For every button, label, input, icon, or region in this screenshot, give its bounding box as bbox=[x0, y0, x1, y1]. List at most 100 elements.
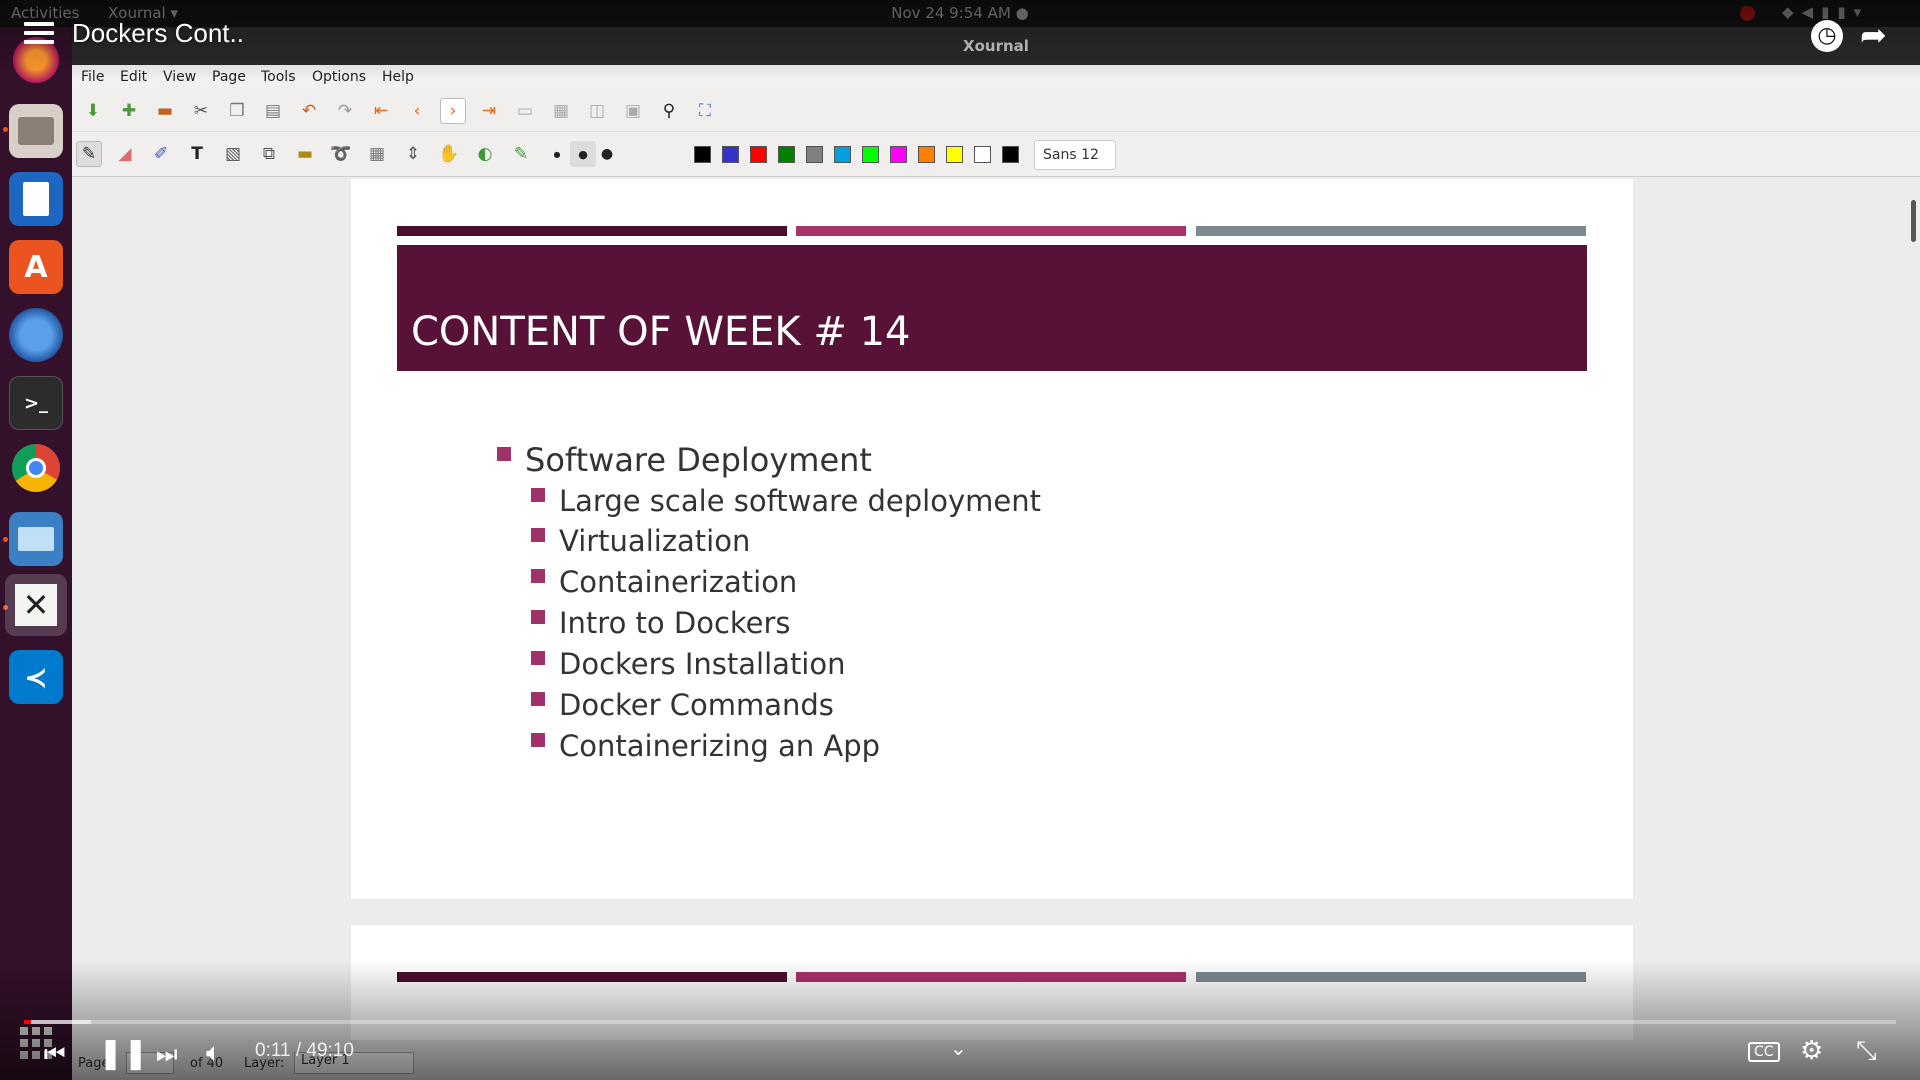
chrome-center-icon bbox=[26, 458, 46, 478]
pause-icon[interactable]: ❚❚ bbox=[98, 1036, 148, 1071]
playlist-menu-icon[interactable] bbox=[24, 22, 54, 48]
search-icon[interactable]: ⚲ bbox=[656, 98, 682, 124]
vertical-space-icon[interactable]: ⇕ bbox=[400, 141, 426, 167]
color-swatch-gray[interactable] bbox=[806, 146, 823, 163]
first-page-icon[interactable]: ⇤ bbox=[368, 98, 394, 124]
system-top-bar: Activities Xournal ▾ Nov 24 9:54 AM ● ◆◀… bbox=[0, 0, 1920, 27]
bullet-square-icon bbox=[531, 488, 545, 502]
chevron-down-icon[interactable]: ⌄ bbox=[950, 1036, 967, 1060]
dock-files-icon[interactable] bbox=[9, 104, 63, 158]
dock-terminal-icon[interactable]: >_ bbox=[9, 376, 63, 430]
dock-software-icon[interactable]: A bbox=[9, 240, 63, 294]
zoom-in-icon[interactable]: ◫ bbox=[584, 98, 610, 124]
document-canvas[interactable]: CONTENT OF WEEK # 14 Software Deployment… bbox=[72, 177, 1920, 1080]
bullet-square-icon bbox=[531, 610, 545, 624]
slide-title-box: CONTENT OF WEEK # 14 bbox=[397, 245, 1587, 371]
dock: A >_ ✕ ≺ bbox=[0, 27, 72, 1080]
menu-options[interactable]: Options bbox=[312, 69, 366, 85]
slide-bullet-text: Containerization bbox=[559, 565, 798, 599]
new-page-icon[interactable]: ✚ bbox=[116, 98, 142, 124]
default-tool-icon[interactable]: ◐ bbox=[472, 141, 498, 167]
color-swatch-light-green[interactable] bbox=[862, 146, 879, 163]
zoom-out-icon[interactable]: ▭ bbox=[512, 98, 538, 124]
image-tool-icon[interactable]: ▧ bbox=[220, 141, 246, 167]
menu-tools[interactable]: Tools bbox=[261, 69, 296, 85]
cut-icon[interactable]: ✂ bbox=[188, 98, 214, 124]
volume-icon[interactable]: 🔈︎ bbox=[206, 1038, 222, 1069]
rect-select-icon[interactable]: ▦ bbox=[364, 141, 390, 167]
prev-page-icon[interactable]: ‹ bbox=[404, 98, 430, 124]
paste-icon[interactable]: ▤ bbox=[260, 98, 286, 124]
menu-view[interactable]: View bbox=[163, 69, 196, 85]
dock-thunderbird-icon[interactable] bbox=[9, 308, 63, 362]
fullscreen-icon[interactable]: ⛶ bbox=[692, 98, 718, 124]
undo-icon[interactable]: ↶ bbox=[296, 98, 322, 124]
xournal-icon: ✕ bbox=[15, 584, 57, 626]
system-tray[interactable]: ◆◀▮▮▾ bbox=[1782, 3, 1869, 21]
color-swatch-black[interactable] bbox=[694, 146, 711, 163]
last-page-icon[interactable]: ⇥ bbox=[476, 98, 502, 124]
text-tool-icon[interactable]: T bbox=[184, 141, 210, 167]
dock-chrome-icon[interactable] bbox=[12, 444, 60, 492]
highlighter-icon[interactable]: ✐ bbox=[148, 141, 174, 167]
color-swatch-green[interactable] bbox=[778, 146, 795, 163]
normal-size-icon[interactable]: ▣ bbox=[620, 98, 646, 124]
shape-recognizer-icon[interactable]: ⧉ bbox=[256, 141, 282, 167]
color-swatch-black-2[interactable] bbox=[1002, 146, 1019, 163]
next-icon[interactable]: ⏭ bbox=[156, 1040, 178, 1068]
watch-later-icon[interactable]: ◷ bbox=[1811, 20, 1843, 52]
exit-fullscreen-icon[interactable]: ⤡ bbox=[1856, 1036, 1877, 1067]
slide-bullet-text: Docker Commands bbox=[559, 688, 834, 722]
color-swatch-red[interactable] bbox=[750, 146, 767, 163]
color-swatch-white[interactable] bbox=[974, 146, 991, 163]
open-icon[interactable]: ▬ bbox=[152, 98, 178, 124]
color-swatch-yellow[interactable] bbox=[946, 146, 963, 163]
lasso-select-icon[interactable]: ➰ bbox=[328, 141, 354, 167]
thin-stroke-icon[interactable]: ● bbox=[544, 141, 570, 167]
menu-page[interactable]: Page bbox=[212, 69, 246, 85]
menu-help[interactable]: Help bbox=[382, 69, 414, 85]
menu-bar: File Edit View Page Tools Options Help bbox=[72, 65, 1920, 89]
bullet-square-icon bbox=[531, 528, 545, 542]
dock-xournal-icon[interactable]: ✕ bbox=[5, 574, 67, 636]
system-clock[interactable]: Nov 24 9:54 AM ● bbox=[0, 4, 1920, 22]
color-swatch-magenta[interactable] bbox=[890, 146, 907, 163]
color-swatch-light-blue[interactable] bbox=[834, 146, 851, 163]
bullet-square-icon bbox=[531, 569, 545, 583]
slide-bullet-text: Large scale software deployment bbox=[559, 484, 1041, 518]
vertical-scrollbar[interactable] bbox=[1911, 200, 1916, 242]
menu-edit[interactable]: Edit bbox=[120, 69, 147, 85]
record-indicator-icon bbox=[1740, 6, 1755, 21]
settings-gear-icon[interactable]: ⚙ bbox=[1800, 1036, 1823, 1066]
share-icon[interactable]: ➦ bbox=[1860, 16, 1887, 54]
page-width-icon[interactable]: ▦ bbox=[548, 98, 574, 124]
copy-icon[interactable]: ❐ bbox=[224, 98, 250, 124]
video-title[interactable]: Dockers Cont.. bbox=[72, 18, 244, 49]
menu-file[interactable]: File bbox=[81, 69, 104, 85]
save-icon[interactable]: ⬇ bbox=[80, 98, 106, 124]
dock-vscode-icon[interactable]: ≺ bbox=[9, 650, 63, 704]
buffered-bar bbox=[24, 1020, 92, 1024]
slide-page: CONTENT OF WEEK # 14 Software Deployment… bbox=[351, 179, 1633, 899]
played-bar bbox=[24, 1020, 31, 1024]
dock-writer-icon[interactable] bbox=[9, 172, 63, 226]
video-progress-bar[interactable] bbox=[24, 1020, 1896, 1024]
slide-bullet-text: Virtualization bbox=[559, 524, 751, 558]
medium-stroke-icon[interactable]: ● bbox=[570, 141, 596, 167]
font-selector[interactable]: Sans 12 bbox=[1034, 140, 1116, 170]
captions-icon[interactable]: CC bbox=[1748, 1042, 1780, 1062]
thick-stroke-icon[interactable]: ● bbox=[594, 141, 620, 167]
eraser-icon[interactable]: ◢ bbox=[112, 141, 138, 167]
ruler-icon[interactable]: ▬ bbox=[292, 141, 318, 167]
slide-top-bars bbox=[397, 226, 1587, 236]
pen-icon[interactable]: ✎ bbox=[76, 141, 102, 167]
dock-remmina-icon[interactable] bbox=[9, 512, 63, 566]
color-swatch-orange[interactable] bbox=[918, 146, 935, 163]
redo-icon[interactable]: ↷ bbox=[332, 98, 358, 124]
hand-tool-icon[interactable]: ✋ bbox=[436, 141, 462, 167]
default-pen-icon[interactable]: ✎ bbox=[508, 141, 534, 167]
color-swatch-blue[interactable] bbox=[722, 146, 739, 163]
slide-bar-1 bbox=[397, 226, 787, 236]
next-page-icon[interactable]: › bbox=[440, 98, 466, 124]
previous-icon[interactable]: ⏮ bbox=[44, 1040, 66, 1068]
